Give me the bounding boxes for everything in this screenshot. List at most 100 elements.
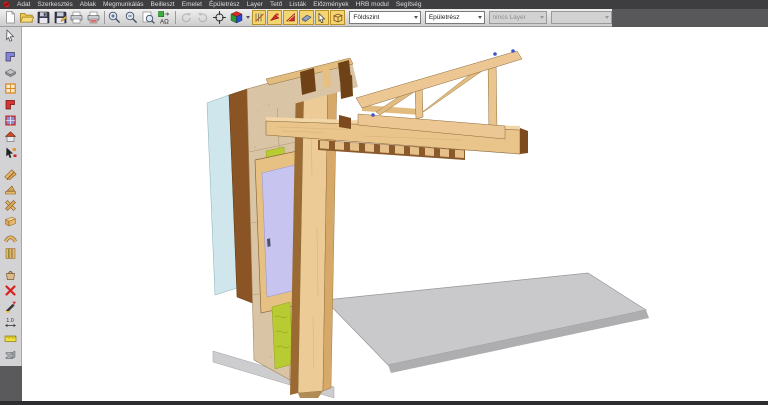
cut-tool-button[interactable] — [1, 298, 21, 314]
selection-marker — [511, 49, 515, 53]
menu-epuletresz[interactable]: Épületrész — [209, 0, 240, 9]
zoom-window-button[interactable] — [140, 10, 156, 26]
model-3d-view-icon — [332, 12, 343, 23]
window-insert-tool-button[interactable] — [1, 112, 21, 128]
measure-ruler-tool-button[interactable] — [1, 330, 21, 346]
window-tool-button[interactable] — [1, 80, 21, 96]
window-insert-icon — [4, 114, 17, 127]
menu-teto[interactable]: Tető — [270, 0, 282, 9]
roof-view-button[interactable] — [267, 10, 282, 25]
menu-layer[interactable]: Layer — [247, 0, 263, 9]
app-logo-icon — [3, 1, 10, 8]
menu-bar: Adat Szerkesztés Ablak Megmunkálás Beill… — [0, 0, 768, 9]
menu-elozmenyek[interactable]: Előzmények — [313, 0, 348, 9]
frame-view-icon — [254, 12, 265, 23]
zoom-out-button[interactable] — [124, 10, 140, 26]
wall-blue-tool-button[interactable] — [1, 48, 21, 64]
toolbar-separator — [175, 11, 176, 24]
edit-element-tool-button[interactable] — [1, 144, 21, 160]
model-3d-viewport — [22, 27, 768, 401]
cursor-icon — [4, 29, 17, 42]
roof-view-icon — [269, 12, 280, 23]
storey-dropdown-value: Földszint — [353, 14, 379, 21]
edit-element-icon — [4, 146, 17, 159]
roof-house-tool-button[interactable] — [1, 128, 21, 144]
status-bar — [0, 401, 768, 405]
menu-ablak[interactable]: Ablak — [80, 0, 96, 9]
wall-red-tool-button[interactable] — [1, 96, 21, 112]
menu-emelet[interactable]: Emelet — [182, 0, 202, 9]
cross-brace-tool-button[interactable] — [1, 197, 21, 213]
cut-icon — [4, 300, 17, 313]
view-3d-cube-button[interactable] — [228, 10, 244, 26]
beam-end-block-lower — [339, 115, 351, 129]
center-target-button[interactable] — [212, 10, 228, 26]
chevron-down-icon — [246, 16, 250, 19]
measure-ruler-icon — [4, 332, 17, 345]
zoom-in-button[interactable] — [107, 10, 123, 26]
print-button[interactable] — [69, 10, 85, 26]
save-button[interactable] — [36, 10, 52, 26]
extra-dropdown — [551, 11, 612, 24]
model-3d-view-button[interactable] — [330, 10, 345, 25]
hardware-box-tool-button[interactable] — [1, 266, 21, 282]
plank-angle-icon — [4, 183, 17, 196]
beam-3d-icon — [4, 215, 17, 228]
rotate-right-button-disabled — [195, 10, 211, 26]
drawing-canvas[interactable] — [22, 27, 768, 401]
storey-dropdown[interactable]: Földszint — [349, 11, 420, 24]
building-part-dropdown[interactable]: Épületrész — [425, 11, 485, 24]
beam-end-block-upper — [340, 75, 353, 99]
print-icon — [69, 10, 84, 25]
delete-tool-button[interactable] — [1, 282, 21, 298]
dimension-tool-button[interactable]: 1.0 — [1, 314, 21, 330]
ceiling-slab-icon — [4, 66, 17, 79]
beam-3d-tool-button[interactable] — [1, 213, 21, 229]
section-view-button[interactable] — [283, 10, 298, 25]
stud-row-icon — [4, 247, 17, 260]
svg-text:AΩ: AΩ — [160, 18, 169, 25]
section-view-icon — [285, 12, 296, 23]
ceiling-slab-tool-button[interactable] — [1, 64, 21, 80]
selection-marker — [493, 52, 497, 56]
new-file-button[interactable] — [3, 10, 19, 26]
frame-view-button[interactable] — [252, 10, 267, 25]
plank-angle-tool-button[interactable] — [1, 181, 21, 197]
layer-dropdown-value: nincs Layer — [493, 14, 526, 21]
pointer-mode-icon — [316, 12, 327, 23]
menu-megmunkalas[interactable]: Megmunkálás — [103, 0, 143, 9]
menu-beilleszt[interactable]: Beilleszt — [151, 0, 175, 9]
pointer-mode-button[interactable] — [315, 10, 330, 25]
menu-szerkesztes[interactable]: Szerkesztés — [37, 0, 72, 9]
selection-marker — [371, 113, 375, 117]
menu-segitseg[interactable]: Segítség — [396, 0, 422, 9]
beam-diagonal-icon — [4, 167, 17, 180]
beam-diagonal-tool-button[interactable] — [1, 165, 21, 181]
rotate-right-icon — [195, 10, 210, 25]
dimension-icon: 1.0 — [4, 316, 17, 329]
save-as-button[interactable] — [52, 10, 68, 26]
stud-row-tool-button[interactable] — [1, 245, 21, 261]
building-part-dropdown-value: Épületrész — [429, 14, 460, 21]
toolbar: AΩ Földszint Épületrész nincs Layer — [0, 9, 768, 27]
wall-blue-icon — [4, 50, 17, 63]
find-replace-button[interactable]: AΩ — [157, 10, 173, 26]
open-folder-button[interactable] — [19, 10, 35, 26]
slab-view-button[interactable] — [299, 10, 314, 25]
menu-adat[interactable]: Adat — [17, 0, 30, 9]
layer-dropdown: nincs Layer — [489, 11, 548, 24]
view-cube-dropdown-button[interactable] — [244, 10, 251, 26]
menu-hrb-modul[interactable]: HRB modul — [356, 0, 389, 9]
menu-listak[interactable]: Listák — [289, 0, 306, 9]
save-as-icon — [53, 10, 68, 25]
select-tool-button[interactable] — [1, 27, 21, 43]
zoom-window-icon — [141, 10, 156, 25]
arch-beam-tool-button[interactable] — [1, 229, 21, 245]
print-marked-button[interactable] — [86, 10, 102, 26]
steel-beam-tool-button[interactable] — [1, 346, 21, 362]
zoom-in-icon — [107, 10, 122, 25]
green-insulation-lower — [272, 302, 293, 369]
hardware-box-icon — [4, 268, 17, 281]
slab-view-icon — [301, 12, 312, 23]
beam-end-cap — [520, 128, 528, 154]
